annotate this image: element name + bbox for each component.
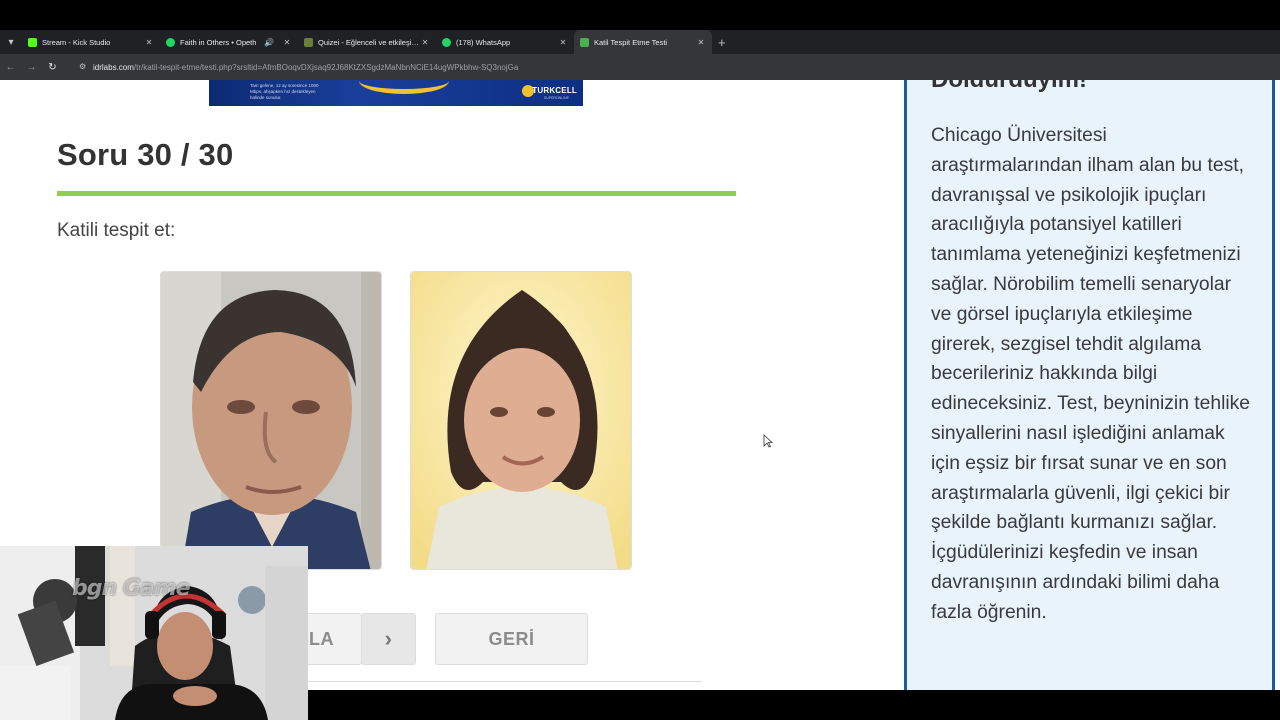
divider [300,681,702,682]
spotify-favicon-icon [166,37,175,47]
back-button-label: GERİ [488,628,535,649]
progress-bar [57,191,736,196]
idrlabs-favicon-icon [580,37,589,47]
quizei-favicon-icon [304,37,313,47]
start-button[interactable]: LA [300,613,362,665]
browser-tab-active[interactable]: Katil Tespit Etme Testi ✕ [574,30,712,54]
tab-close-icon[interactable]: ✕ [420,38,430,47]
ad-brand: TURKCELL [532,86,577,95]
browser-tab[interactable]: Stream - Kick Studio ✕ [22,30,160,54]
sidebar-description: Chicago Üniversitesi araştırmalarından i… [931,125,1251,623]
browser-tab[interactable]: Faith in Others • Opeth 🔊 ✕ [160,30,298,54]
speaker-icon[interactable]: 🔊 [264,38,274,47]
question-title: Soru 30 / 30 [57,137,234,172]
tab-title: Stream - Kick Studio [42,37,111,47]
tab-title: Quizei - Eğlenceli ve etkileşimli [318,37,420,47]
ad-swoosh-graphic [359,80,449,94]
progress-fill [57,191,736,196]
tab-search-icon[interactable]: ▾ [0,30,22,54]
woman-portrait [411,272,631,569]
tab-title: (178) WhatsApp [456,37,511,47]
tab-title: Katil Tespit Etme Testi [594,37,668,47]
info-sidebar: Doldurduyim! Chicago Üniversitesi araştı… [904,80,1275,690]
browser-tab[interactable]: Quizei - Eğlenceli ve etkileşimli ✕ [298,30,436,54]
chevron-right-icon: › [384,626,393,651]
answer-photo-man[interactable] [160,271,382,570]
next-arrow-button[interactable]: › [361,613,416,665]
new-tab-plus-icon[interactable]: + [718,35,726,50]
back-arrow-icon[interactable]: ← [0,62,21,73]
ad-brand-sub: SUPERONLINE [543,96,569,100]
answer-photo-woman[interactable] [410,271,632,570]
tab-title: Faith in Others • Opeth [180,37,257,47]
browser-tab-strip: ▾ Stream - Kick Studio ✕ Faith in Others… [0,30,1280,54]
forward-arrow-icon[interactable]: → [21,62,42,73]
back-button[interactable]: GERİ [435,613,588,665]
url-field[interactable]: idrlabs.com/tr/katil-tespit-etme/testi.p… [93,63,518,72]
url-path: /tr/katil-tespit-etme/testi.php?srsltid=… [133,62,519,72]
mouse-cursor-icon [763,434,773,448]
tab-close-icon[interactable]: ✕ [558,38,568,47]
tab-close-icon[interactable]: ✕ [282,38,292,47]
ad-banner[interactable]: Tam gelene, 12 ay süresince 1000 Mbps, a… [209,80,583,106]
streamer-webcam [0,546,308,720]
webcam-overlay: bgn Game [0,546,308,720]
tab-close-icon[interactable]: ✕ [144,38,154,47]
ad-fine-print: Tam gelene, 12 ay süresince 1000 Mbps, a… [250,83,319,100]
start-button-label: LA [309,628,334,649]
sidebar-heading: Doldurduyim! [931,80,1087,94]
question-prompt: Katili tespit et: [57,220,176,241]
reload-icon[interactable]: ↻ [42,62,63,73]
browser-tab[interactable]: (178) WhatsApp ✕ [436,30,574,54]
tab-close-icon[interactable]: ✕ [696,38,706,47]
address-bar: ← → ↻ ⚙ idrlabs.com/tr/katil-tespit-etme… [0,54,1280,80]
url-host: idrlabs.com [93,62,134,72]
stream-watermark: bgn Game [72,576,191,601]
man-portrait [161,272,381,569]
kick-favicon-icon [28,37,37,47]
whatsapp-favicon-icon [442,37,451,47]
top-black-bar [0,0,1280,30]
site-settings-icon[interactable]: ⚙ [79,62,89,72]
